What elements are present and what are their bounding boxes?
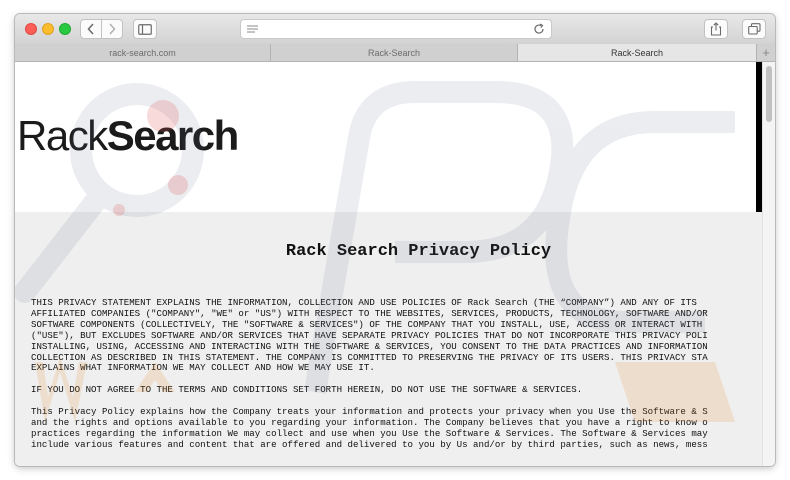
policy-paragraph: IF YOU DO NOT AGREE TO THE TERMS AND CON… bbox=[31, 384, 583, 396]
share-button[interactable] bbox=[704, 19, 728, 39]
chevron-right-icon bbox=[109, 23, 116, 35]
tab-rack-search-1[interactable]: Rack-Search bbox=[271, 44, 518, 61]
plus-icon: + bbox=[762, 45, 770, 60]
address-bar[interactable] bbox=[240, 19, 552, 39]
privacy-policy-section: Rack Search Privacy Policy THIS PRIVACY … bbox=[15, 212, 762, 466]
reload-icon[interactable] bbox=[533, 23, 545, 35]
tabs-overview-icon bbox=[747, 23, 761, 35]
page-title: Rack Search Privacy Policy bbox=[285, 242, 552, 261]
share-icon bbox=[710, 22, 722, 36]
reader-lines-icon bbox=[247, 25, 258, 33]
site-logo[interactable]: RackSearch bbox=[17, 112, 240, 159]
tab-label: rack-search.com bbox=[109, 47, 176, 58]
tab-rack-search-com[interactable]: rack-search.com bbox=[15, 44, 271, 61]
browser-window: rack-search.com Rack-Search Rack-Search … bbox=[15, 14, 775, 466]
policy-text: THIS PRIVACY STATEMENT EXPLAINS THE INFO… bbox=[31, 298, 764, 451]
new-tab-button[interactable]: + bbox=[757, 44, 775, 61]
show-tabs-button[interactable] bbox=[742, 19, 766, 39]
forward-button[interactable] bbox=[101, 19, 123, 39]
tab-label: Rack-Search bbox=[610, 47, 664, 58]
sidebar-icon bbox=[138, 23, 152, 35]
back-button[interactable] bbox=[80, 19, 102, 39]
browser-toolbar bbox=[15, 14, 775, 45]
tab-bar: rack-search.com Rack-Search Rack-Search … bbox=[15, 44, 775, 62]
close-window-button[interactable] bbox=[25, 23, 37, 35]
page-content: RackSearch Rack Search Privacy Policy TH… bbox=[15, 62, 775, 466]
logo-text-rack: Rack bbox=[17, 112, 108, 159]
chevron-left-icon bbox=[87, 23, 94, 35]
policy-paragraph: This Privacy Policy explains how the Com… bbox=[31, 406, 708, 450]
tab-rack-search-2[interactable]: Rack-Search bbox=[518, 44, 757, 61]
minimize-window-button[interactable] bbox=[42, 23, 54, 35]
scrollbar-thumb[interactable] bbox=[766, 66, 772, 122]
tab-label: Rack-Search bbox=[367, 47, 421, 58]
site-header-banner: RackSearch bbox=[15, 62, 756, 212]
logo-text-search: Search bbox=[106, 112, 240, 159]
policy-paragraph: THIS PRIVACY STATEMENT EXPLAINS THE INFO… bbox=[31, 298, 708, 374]
zoom-window-button[interactable] bbox=[59, 23, 71, 35]
sidebar-toggle-button[interactable] bbox=[133, 19, 157, 39]
page-scrollbar[interactable] bbox=[762, 62, 775, 466]
